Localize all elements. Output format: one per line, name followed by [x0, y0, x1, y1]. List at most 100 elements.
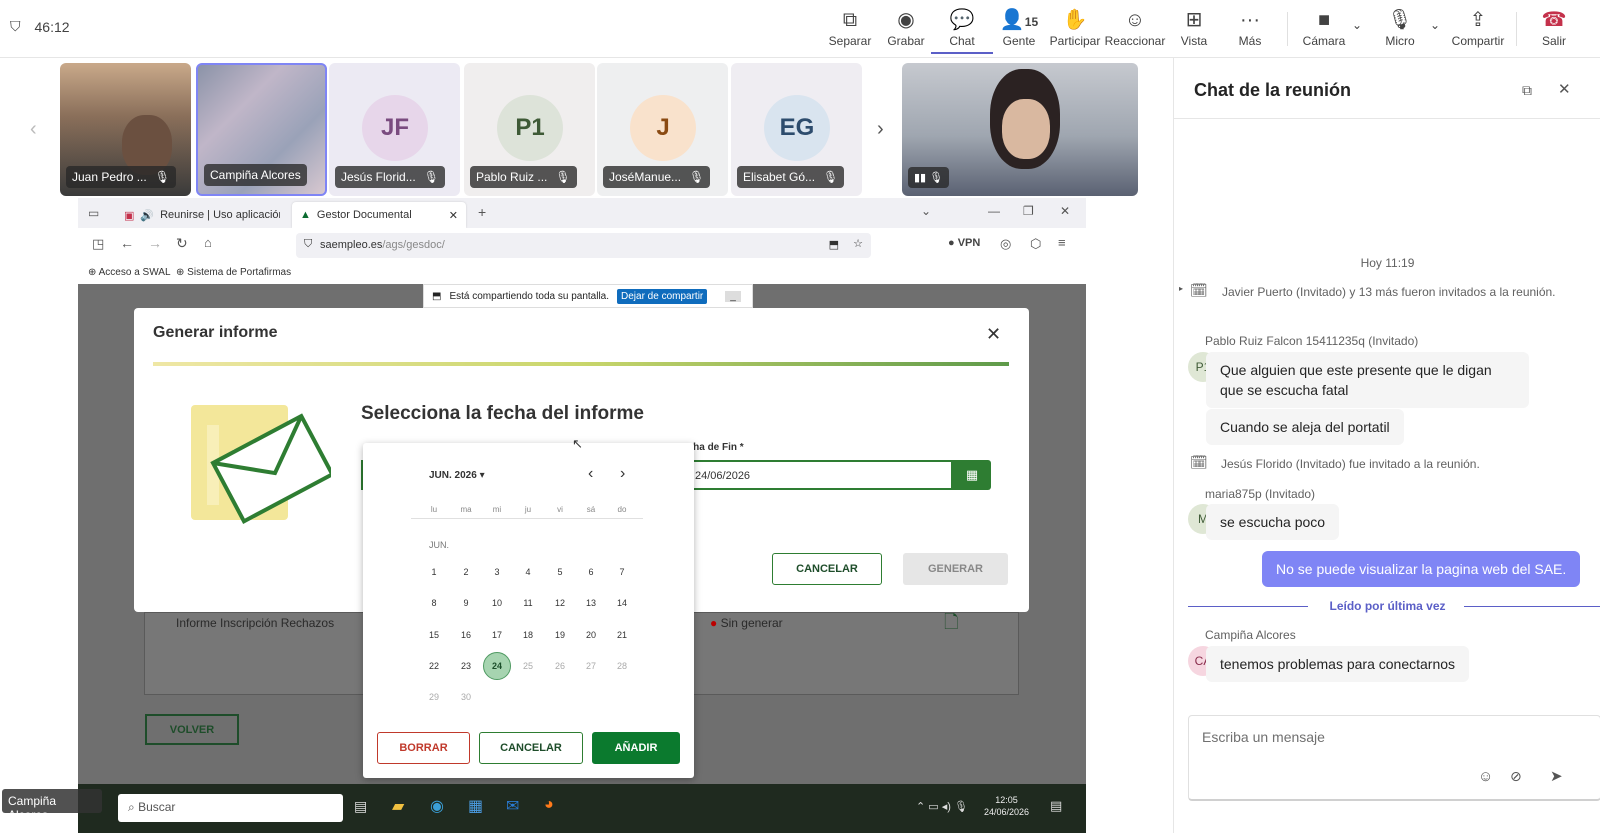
clear-date-button[interactable]: BORRAR: [377, 732, 470, 764]
calendar-day[interactable]: 17: [483, 621, 511, 649]
taskbar-clock[interactable]: 12:05 24/06/2026: [984, 794, 1029, 818]
raise-hand-button[interactable]: ✋ Participar: [1044, 6, 1106, 54]
more-button[interactable]: ··· Más: [1219, 6, 1281, 54]
calendar-day[interactable]: 8: [420, 589, 448, 617]
calendar-day[interactable]: 7: [608, 558, 636, 586]
tab-reunirse[interactable]: ▣ 🔊 Reunirse | Uso aplicación S/: [116, 202, 288, 228]
generate-document-icon[interactable]: 🗋: [944, 610, 958, 640]
calendar-day[interactable]: 12: [546, 589, 574, 617]
calendar-day[interactable]: 9: [452, 589, 480, 617]
participant-tile-active-speaker[interactable]: Campiña Alcores: [196, 63, 327, 196]
account-icon[interactable]: ◎: [1000, 236, 1011, 252]
strip-prev-chevron-icon[interactable]: ‹: [30, 118, 37, 141]
bookmark-acceso-swal[interactable]: ⊕ Acceso a SWAL: [88, 267, 171, 278]
chat-button[interactable]: 💬 Chat: [931, 6, 993, 54]
modal-cancel-button[interactable]: CANCELAR: [772, 553, 882, 585]
taskbar-search[interactable]: ⌕ Buscar: [118, 794, 343, 822]
calendar-day[interactable]: 2: [452, 558, 480, 586]
people-button[interactable]: 👤15 Gente: [988, 6, 1050, 54]
close-tab-icon[interactable]: ✕: [449, 209, 458, 222]
calendar-day[interactable]: 10: [483, 589, 511, 617]
participant-tile[interactable]: JF Jesús Florid... 🎙: [329, 63, 460, 196]
calendar-day[interactable]: 19: [546, 621, 574, 649]
separate-button[interactable]: ⧉ Separar: [819, 6, 881, 54]
store-icon[interactable]: ▦: [468, 796, 483, 816]
record-button[interactable]: ◉ Grabar: [875, 6, 937, 54]
calendar-day[interactable]: 15: [420, 621, 448, 649]
calendar-day[interactable]: 4: [514, 558, 542, 586]
minimize-icon[interactable]: —: [988, 204, 1000, 218]
reader-view-icon[interactable]: ⬒: [829, 238, 839, 251]
own-chat-message[interactable]: No se puede visualizar la pagina web del…: [1262, 551, 1581, 587]
share-button[interactable]: ⇪ Compartir: [1447, 6, 1509, 54]
tab-list-icon[interactable]: ▭: [88, 206, 99, 220]
back-button[interactable]: VOLVER: [145, 714, 239, 745]
loop-compose-icon[interactable]: ⊘: [1510, 768, 1522, 785]
sidebar-toggle-icon[interactable]: ◳: [92, 236, 104, 252]
calendar-day[interactable]: 6: [577, 558, 605, 586]
calendar-day[interactable]: 1: [420, 558, 448, 586]
task-view-icon[interactable]: ▤: [354, 798, 367, 815]
calendar-day[interactable]: 20: [577, 621, 605, 649]
calendar-day[interactable]: 23: [452, 652, 480, 680]
vpn-button[interactable]: ● VPN: [948, 237, 980, 249]
calendar-add-button[interactable]: AÑADIR: [592, 732, 680, 764]
strip-next-chevron-icon[interactable]: ›: [877, 118, 884, 141]
url-bar[interactable]: ⛉ saempleo.es/ags/gesdoc/ ⬒ ☆: [296, 233, 871, 258]
close-window-icon[interactable]: ✕: [1060, 204, 1070, 218]
mic-button[interactable]: 🎙 Micro: [1369, 6, 1431, 54]
edge-icon[interactable]: ◉: [430, 796, 444, 816]
message-compose-box[interactable]: Escriba un mensaje ☺ ⊘ ➤: [1188, 715, 1600, 801]
system-tray-icons[interactable]: ⌃ ▭ ◂) 🎙: [916, 800, 968, 813]
leave-button[interactable]: ☎ Salir: [1526, 6, 1582, 54]
month-year-selector[interactable]: JUN. 2026 ▾: [429, 470, 485, 481]
new-tab-icon[interactable]: +: [478, 204, 486, 220]
self-video-tile[interactable]: ▮▮ 🎙: [902, 63, 1138, 196]
participant-tile[interactable]: EG Elisabet Gó... 🎙: [731, 63, 862, 196]
calendar-icon[interactable]: ▦: [953, 460, 991, 490]
expand-caret-icon[interactable]: ▸: [1179, 284, 1183, 293]
calendar-day[interactable]: 5: [546, 558, 574, 586]
calendar-day[interactable]: 13: [577, 589, 605, 617]
camera-options-chevron-icon[interactable]: ⌄: [1352, 18, 1362, 32]
calendar-day[interactable]: 16: [452, 621, 480, 649]
close-chat-icon[interactable]: ✕: [1558, 80, 1571, 98]
file-explorer-icon[interactable]: ▰: [392, 796, 404, 816]
notifications-icon[interactable]: ▤: [1050, 798, 1062, 814]
bookmark-star-icon[interactable]: ☆: [853, 237, 863, 250]
firefox-icon[interactable]: ◕: [544, 796, 554, 814]
minimize-notice-icon[interactable]: _: [725, 290, 741, 302]
chat-message[interactable]: tenemos problemas para conectarnos: [1206, 646, 1470, 682]
calendar-day[interactable]: 3: [483, 558, 511, 586]
home-icon[interactable]: ⌂: [204, 235, 212, 250]
modal-generate-button[interactable]: GENERAR: [903, 553, 1008, 585]
participant-tile[interactable]: J JoséManue... 🎙: [597, 63, 728, 196]
react-button[interactable]: ☺ Reaccionar: [1104, 6, 1166, 54]
view-button[interactable]: ⊞ Vista: [1163, 6, 1225, 54]
calendar-day[interactable]: 22: [420, 652, 448, 680]
participant-tile[interactable]: P1 Pablo Ruiz ... 🎙: [464, 63, 595, 196]
calendar-day[interactable]: 14: [608, 589, 636, 617]
camera-button[interactable]: ■ Cámara: [1293, 6, 1355, 54]
send-icon[interactable]: ➤: [1550, 767, 1563, 785]
outlook-icon[interactable]: ✉: [506, 796, 519, 816]
mic-options-chevron-icon[interactable]: ⌄: [1430, 18, 1440, 32]
tab-gestor-documental[interactable]: ▲ Gestor Documental ✕: [292, 202, 466, 228]
participant-tile[interactable]: Juan Pedro ... 🎙: [60, 63, 191, 196]
bookmark-portafirmas[interactable]: ⊕ Sistema de Portafirmas: [176, 267, 291, 278]
next-month-chevron-icon[interactable]: ›: [620, 465, 625, 483]
stop-sharing-button[interactable]: Dejar de compartir: [617, 288, 708, 304]
calendar-day-selected[interactable]: 24: [483, 652, 511, 680]
menu-icon[interactable]: ≡: [1058, 235, 1066, 250]
chat-message[interactable]: se escucha poco: [1206, 504, 1340, 540]
emoji-icon[interactable]: ☺: [1478, 768, 1493, 785]
calendar-day[interactable]: 21: [608, 621, 636, 649]
back-arrow-icon[interactable]: ←: [120, 235, 134, 251]
end-date-input[interactable]: 24/06/2026: [681, 460, 953, 490]
prev-month-chevron-icon[interactable]: ‹: [588, 465, 593, 483]
forward-arrow-icon[interactable]: →: [148, 235, 162, 251]
chat-message[interactable]: Que alguien que este presente que le dig…: [1206, 352, 1529, 408]
reload-icon[interactable]: ↻: [176, 235, 188, 252]
pop-out-chat-icon[interactable]: ⧉: [1522, 82, 1532, 99]
chat-message[interactable]: Cuando se aleja del portatil: [1206, 409, 1404, 445]
